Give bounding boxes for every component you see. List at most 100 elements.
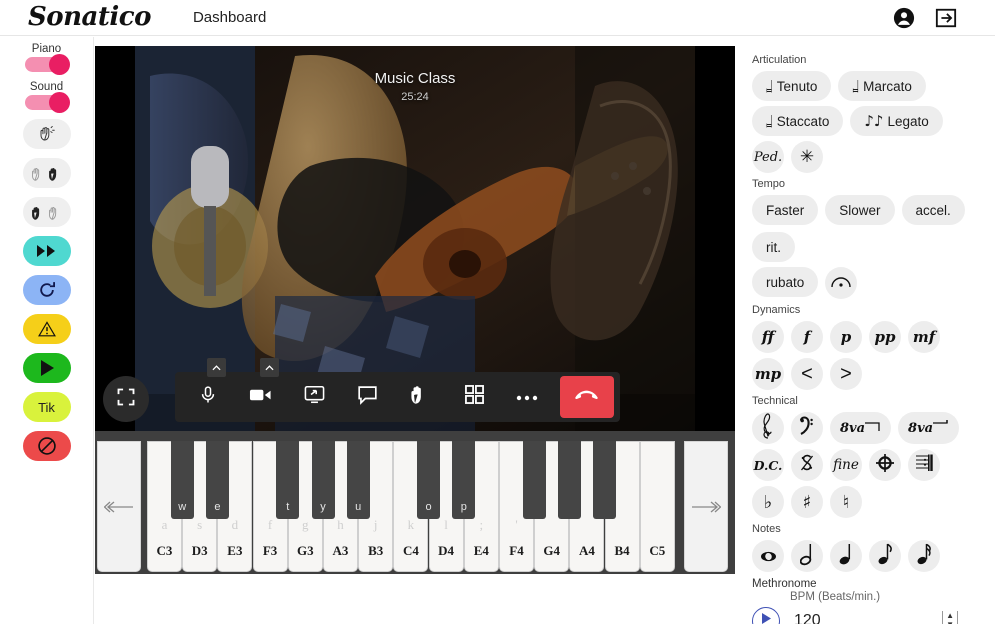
two-hands-right-dark-button[interactable] [22,158,71,188]
piano-key-letter: o [425,501,432,513]
repeat-button[interactable] [22,275,71,305]
fullscreen-button[interactable] [103,376,149,422]
legato-glyph-icon: ♪♪ [864,111,884,130]
ottava-alta-button[interactable]: 8va [830,412,892,444]
fast-forward-button[interactable] [22,236,71,266]
ottava-alta-label: 8va [840,420,866,436]
account-circle-icon[interactable] [893,7,915,29]
flat-button[interactable]: ♭ [752,486,784,518]
piano-scroll-left-button[interactable] [97,441,141,572]
mezzo-forte-button[interactable]: mf [908,321,940,353]
repeat-barline-button[interactable] [908,449,940,481]
stop-block-button[interactable] [22,431,71,461]
treble-clef-button[interactable] [752,412,784,444]
tik-button[interactable]: Tik [22,392,71,422]
more-options-button[interactable] [501,372,554,422]
bpm-decrement-icon[interactable]: ▼ [946,620,954,624]
bpm-input[interactable] [790,611,920,624]
share-screen-button[interactable] [288,372,341,422]
pianissimo-button[interactable]: pp [869,321,901,353]
metronome-section-label: Methronome [752,578,817,590]
pedal-button[interactable]: Ped. [752,141,784,173]
microphone-options-caret[interactable] [206,358,226,377]
quarter-note-button[interactable] [830,540,862,572]
tenuto-button[interactable]: 𝆷 Tenuto [752,71,832,101]
eighth-note-icon [878,542,893,570]
ottava-bassa-button[interactable]: 8va [898,412,960,444]
sound-toggle[interactable] [24,92,70,113]
bpm-field[interactable]: ▲ ▼ [790,606,962,624]
mezzo-piano-button[interactable]: mp [752,358,784,390]
pedal-release-button[interactable]: ✳ [791,141,823,173]
raise-hand-button[interactable] [394,372,447,422]
camera-options-caret[interactable] [259,358,279,377]
piano-key-letter: h [337,517,344,532]
marcato-label: Marcato [863,78,912,94]
left-sidebar: Piano Sound Tik [0,37,94,624]
bpm-increment-icon[interactable]: ▲ [946,611,954,620]
play-button[interactable] [22,353,71,383]
half-note-button[interactable] [791,540,823,572]
fermata-button[interactable] [825,267,858,299]
piano-black-key-10[interactable] [522,441,546,519]
piano-toggle[interactable] [24,54,70,75]
coda-button[interactable] [869,449,901,481]
bass-clef-button[interactable] [791,412,823,444]
accelerando-button[interactable]: accel. [901,195,965,225]
piano-black-key-11[interactable] [557,441,581,519]
articulation-section-label: Articulation [752,54,807,66]
sharp-button[interactable]: ♯ [791,486,823,518]
piano-key-note: C4 [402,543,419,558]
piano-black-key-3[interactable]: t [276,441,300,519]
chat-button[interactable] [341,372,394,422]
video-stage[interactable]: Music Class 25:24 [95,46,735,431]
natural-button[interactable]: ♮ [830,486,862,518]
diminuendo-button[interactable]: > [830,358,862,390]
eighth-note-button[interactable] [869,540,901,572]
crescendo-button[interactable]: < [791,358,823,390]
whole-note-button[interactable] [752,540,784,572]
piano-dynamic-button[interactable]: p [830,321,862,353]
two-hands-left-dark-button[interactable] [22,197,71,227]
piano-white-key-c5[interactable]: C5 [639,441,675,572]
microphone-button[interactable] [181,358,234,422]
dynamics-row-2: mp < > [752,358,995,390]
piano-key-note: D3 [191,543,208,558]
piano-black-key-7[interactable]: o [417,441,441,519]
sixteenth-note-button[interactable] [908,540,940,572]
no-entry-icon [37,436,57,456]
rubato-button[interactable]: rubato [752,267,819,297]
piano-black-key-1[interactable]: e [205,441,229,519]
slower-button[interactable]: Slower [825,195,895,225]
piano-key-note: E4 [473,543,489,558]
piano-black-key-12[interactable] [593,441,617,519]
marcato-button[interactable]: 𝆷 Marcato [838,71,926,101]
bpm-stepper[interactable]: ▲ ▼ [942,611,958,624]
clap-hands-button[interactable] [22,119,71,149]
piano-key-letter: w [178,501,187,513]
tenuto-glyph-icon: 𝆷 [766,74,773,97]
forte-button[interactable]: f [791,321,823,353]
warning-button[interactable] [22,314,71,344]
participants-grid-button[interactable] [447,372,500,422]
fortissimo-button[interactable]: ff [752,321,784,353]
metronome-play-button[interactable] [752,607,780,624]
piano-black-key-0[interactable]: w [170,441,194,519]
piano-black-key-5[interactable]: u [346,441,370,519]
camera-button[interactable] [234,358,287,422]
piano-black-key-4[interactable]: y [311,441,335,519]
faster-button[interactable]: Faster [752,195,819,225]
ritardando-button[interactable]: rit. [752,232,795,262]
da-capo-button[interactable]: D.C. [752,449,784,481]
piano-key-note: A4 [578,543,595,558]
nav-dashboard-link[interactable]: Dashboard [193,9,266,26]
piano-scroll-right-button[interactable] [684,441,728,572]
end-call-button[interactable] [559,376,614,418]
legato-button[interactable]: ♪♪ Legato [850,106,943,136]
staccato-button[interactable]: 𝆷 Staccato [752,106,844,136]
segno-button[interactable] [791,449,823,481]
app-logo[interactable]: Sonatico [28,4,151,30]
login-icon[interactable] [935,7,957,29]
fine-button[interactable]: fine [830,449,862,481]
piano-black-key-8[interactable]: p [452,441,476,519]
